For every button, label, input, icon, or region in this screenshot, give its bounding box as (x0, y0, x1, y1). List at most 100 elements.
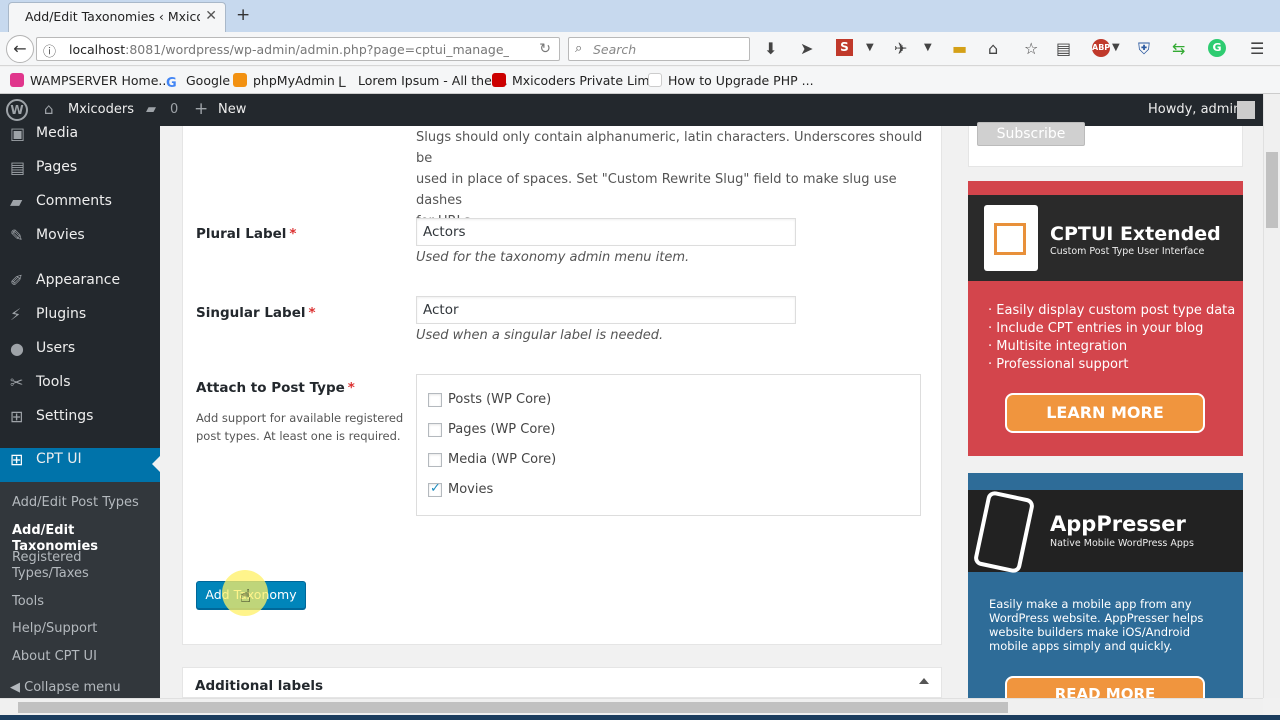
admin-sidebar: ▣ Media ▤ Pages ▰ Comments ✎ Movies ✐ Appeara… (0, 124, 160, 698)
reload-icon[interactable]: ↻ (539, 41, 551, 57)
site-info-icon[interactable]: ⓘ (43, 41, 56, 60)
extension-s-icon[interactable]: S (836, 39, 853, 56)
search-field[interactable]: ⌕ Search (568, 37, 750, 61)
howdy-user[interactable]: Howdy, admin (1148, 102, 1241, 117)
submenu-add-edit-post-types[interactable]: Add/Edit Post Types (12, 495, 152, 511)
checkbox-posts[interactable] (428, 393, 442, 407)
subscribe-button[interactable]: Subscribe (977, 122, 1085, 146)
vertical-scrollbar[interactable] (1263, 94, 1280, 698)
learn-more-button[interactable]: LEARN MORE (1005, 393, 1205, 433)
browser-tab[interactable]: Add/Edit Taxonomies ‹ Mxicod... ✕ (8, 2, 226, 32)
youtube-icon (492, 73, 506, 87)
sidebar-item-plugins[interactable]: ⚡ Plugins (0, 303, 160, 337)
settings-icon: ⊞ (10, 407, 24, 426)
bookmark-phpmyadmin[interactable]: phpMyAdmin (233, 73, 335, 88)
bookmark-mxicoders[interactable]: Mxicoders Private Lim... (492, 73, 662, 88)
home-icon[interactable]: ⌂ (44, 100, 54, 118)
download-icon[interactable]: ⬇ (764, 39, 777, 58)
dropdown-icon[interactable]: ▼ (866, 42, 874, 53)
vertical-scroll-thumb[interactable] (1266, 152, 1278, 228)
card-icon[interactable]: ▬ (952, 39, 967, 58)
horizontal-scroll-thumb[interactable] (18, 702, 1008, 713)
cptui-extended-ad[interactable]: CPTUI Extended Custom Post Type User Int… (968, 181, 1243, 456)
pages-icon: ▤ (10, 158, 26, 177)
additional-labels-panel[interactable]: Additional labels (182, 667, 942, 698)
apppresser-ad[interactable]: AppPresser Native Mobile WordPress Apps … (968, 473, 1243, 698)
plural-label-input[interactable] (416, 218, 796, 246)
submenu-help-support[interactable]: Help/Support (12, 621, 152, 637)
media-icon: ▣ (10, 124, 26, 143)
checkbox-media[interactable] (428, 453, 442, 467)
phpmyadmin-icon (233, 73, 247, 87)
sidebar-item-cptui[interactable]: ⊞ CPT UI (0, 448, 160, 482)
dropdown-icon[interactable]: ▼ (1112, 42, 1120, 53)
close-tab-icon[interactable]: ✕ (205, 8, 217, 24)
bookmarks-bar: WAMPSERVER Home... G Google phpMyAdmin LL… (0, 67, 1280, 94)
lorem-ipsum-icon: L (338, 75, 346, 91)
tab-title: Add/Edit Taxonomies ‹ Mxicod... (25, 9, 200, 24)
ad-bullet: · Multisite integration (988, 339, 1128, 354)
avatar[interactable] (1237, 101, 1255, 119)
menu-icon[interactable]: ☰ (1250, 39, 1264, 58)
sidebar-item-comments[interactable]: ▰ Comments (0, 190, 160, 224)
ad-bullet: · Easily display custom post type data (988, 303, 1236, 318)
sidebar-item-settings[interactable]: ⊞ Settings (0, 405, 160, 439)
shield-icon[interactable]: ⛨ (1138, 39, 1150, 59)
horizontal-scrollbar[interactable] (0, 698, 1263, 715)
browser-navbar: ← ⓘ localhost:8081/wordpress/wp-admin/ad… (0, 32, 1280, 66)
comments-count[interactable]: 0 (170, 102, 178, 117)
attach-post-type-help: Add support for available registered pos… (196, 411, 404, 443)
grammarly-icon[interactable]: G (1208, 39, 1226, 57)
additional-labels-title: Additional labels (195, 678, 324, 694)
plural-label-description: Used for the taxonomy admin menu item. (416, 250, 690, 265)
taxonomy-form-panel: Slugs should only contain alphanumeric, … (182, 126, 942, 645)
checkbox-pages[interactable] (428, 423, 442, 437)
sidebar-item-movies[interactable]: ✎ Movies (0, 224, 160, 258)
sidebar-item-tools[interactable]: ✂ Tools (0, 371, 160, 405)
adblock-icon[interactable]: ABP (1092, 39, 1110, 57)
submenu-registered-types[interactable]: Registered Types/Taxes (12, 550, 102, 582)
ad-header: CPTUI Extended Custom Post Type User Int… (968, 195, 1243, 281)
bookmark-wampserver[interactable]: WAMPSERVER Home... (10, 73, 170, 88)
send-icon[interactable]: ➤ (800, 39, 813, 58)
bookmark-lorem-ipsum[interactable]: L Lorem Ipsum - All the ... (338, 73, 508, 91)
url-text[interactable]: localhost:8081/wordpress/wp-admin/admin.… (69, 42, 509, 57)
read-more-button[interactable]: READ MORE (1005, 676, 1205, 698)
new-content-link[interactable]: New (218, 102, 246, 117)
bookmark-upgrade-php[interactable]: How to Upgrade PHP ... (648, 73, 814, 88)
submenu-tools[interactable]: Tools (12, 594, 152, 610)
wordpress-logo-icon[interactable]: W (6, 99, 28, 121)
bookmark-google[interactable]: G Google (166, 73, 230, 91)
submenu-about[interactable]: About CPT UI (12, 649, 152, 665)
sidebar-item-pages[interactable]: ▤ Pages (0, 156, 160, 190)
reading-list-icon[interactable]: ▤ (1056, 39, 1071, 58)
back-arrow-icon[interactable]: ← (6, 35, 34, 63)
phone-icon (972, 489, 1036, 575)
plus-icon[interactable]: + (194, 99, 208, 119)
sidebar-item-appearance[interactable]: ✐ Appearance (0, 269, 160, 303)
star-icon[interactable]: ☆ (1024, 39, 1038, 58)
search-icon: ⌕ (575, 41, 583, 56)
google-icon: G (166, 76, 177, 91)
singular-label-input[interactable] (416, 296, 796, 324)
home-icon[interactable]: ⌂ (988, 39, 998, 58)
page-icon (648, 73, 662, 87)
address-bar[interactable]: ⓘ localhost:8081/wordpress/wp-admin/admi… (36, 37, 560, 61)
checkbox-movies[interactable] (428, 481, 442, 497)
collapse-menu[interactable]: ◀ Collapse menu (10, 680, 150, 696)
sync-icon[interactable]: ⇆ (1172, 39, 1185, 58)
search-placeholder: Search (593, 42, 637, 57)
collapse-toggle-icon[interactable] (919, 678, 929, 684)
new-tab-icon[interactable]: + (236, 5, 250, 25)
newsletter-box: Subscribe (968, 122, 1243, 167)
os-taskbar (0, 715, 1280, 720)
hand-cursor-icon: ☝ (240, 586, 251, 607)
comment-icon[interactable]: ▰ (146, 102, 156, 117)
extension-icon[interactable]: ✈ (894, 39, 907, 58)
site-name-link[interactable]: Mxicoders (68, 102, 134, 117)
dropdown-icon[interactable]: ▼ (924, 42, 932, 53)
sidebar-item-media[interactable]: ▣ Media (0, 122, 160, 156)
singular-label-description: Used when a singular label is needed. (416, 328, 664, 343)
sidebar-item-users[interactable]: ● Users (0, 337, 160, 371)
ad-bullet: · Include CPT entries in your blog (988, 321, 1204, 336)
